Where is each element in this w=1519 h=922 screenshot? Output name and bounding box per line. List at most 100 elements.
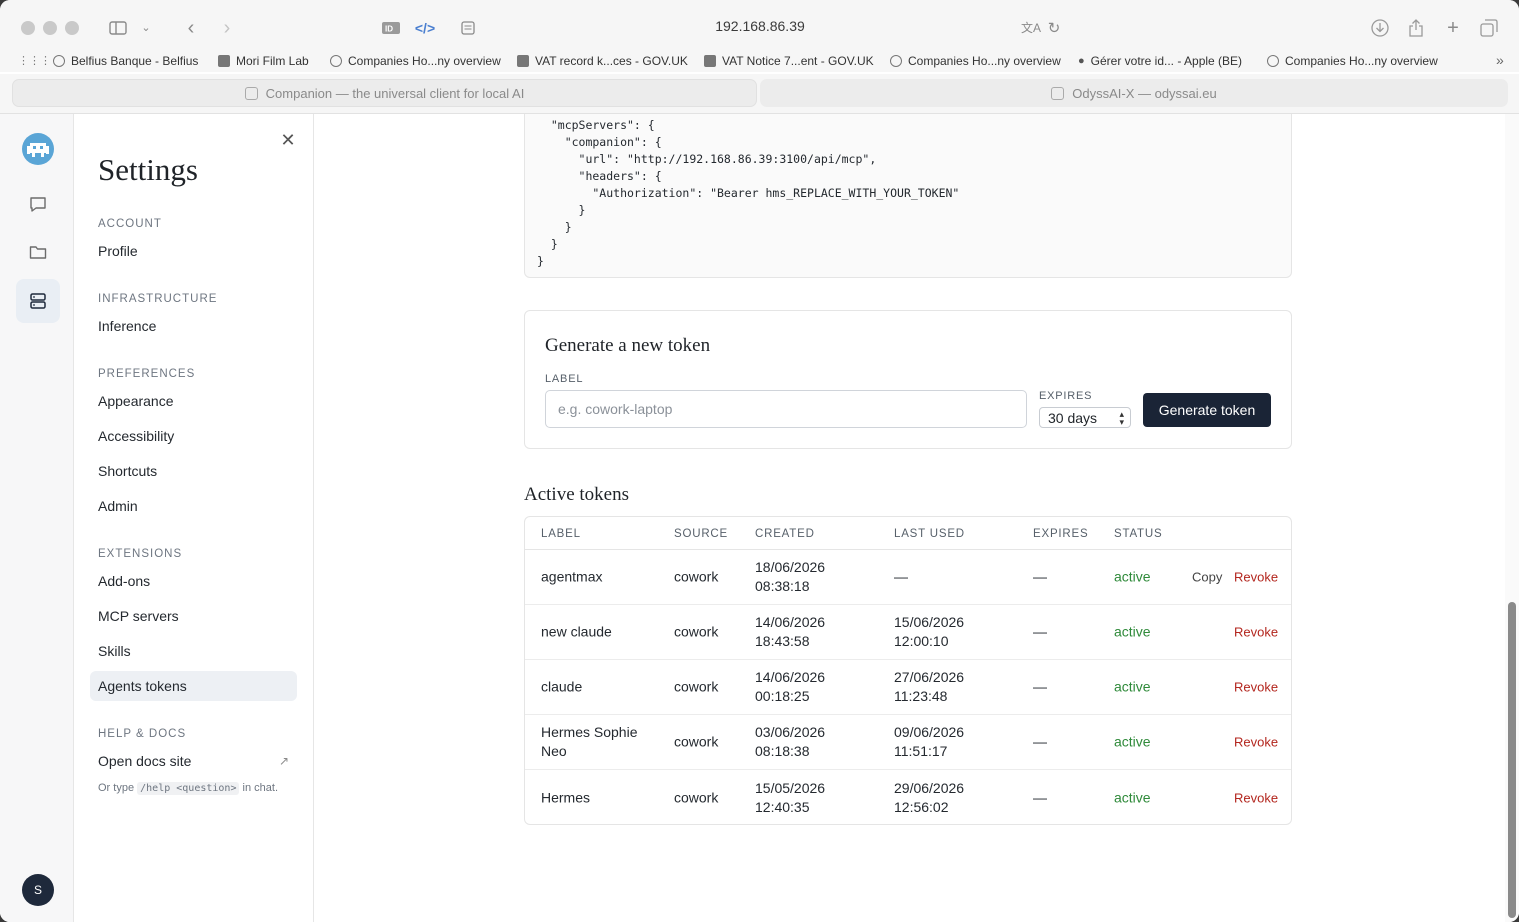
sidebar-item-agents-tokens[interactable]: Agents tokens — [90, 671, 297, 701]
sidebar-item-appearance[interactable]: Appearance — [90, 386, 297, 416]
tab-odyssai[interactable]: OdyssAI-X — odyssai.eu — [760, 79, 1508, 107]
app-logo-icon[interactable] — [22, 133, 54, 165]
revoke-token-button[interactable]: Revoke — [1234, 678, 1278, 697]
table-row: claude cowork 14/06/2026 00:18:25 27/06/2… — [525, 660, 1291, 715]
share-icon[interactable] — [1406, 17, 1426, 39]
downloads-icon[interactable] — [1370, 17, 1390, 39]
external-link-icon: ↗ — [278, 754, 289, 768]
back-icon[interactable]: ‹ — [182, 17, 200, 39]
status-badge: active — [1114, 568, 1151, 585]
scrollbar[interactable] — [1505, 114, 1519, 922]
generate-token-title: Generate a new token — [545, 335, 711, 356]
tab-overview-icon[interactable] — [1479, 17, 1499, 39]
zoom-window-button[interactable] — [65, 21, 79, 35]
token-label-input[interactable] — [545, 390, 1027, 428]
apple-icon: ● — [1078, 55, 1085, 67]
svg-text:ID: ID — [385, 25, 393, 34]
section-label-preferences: PREFERENCES — [98, 368, 196, 380]
status-badge: active — [1114, 623, 1151, 640]
sidebar-item-skills[interactable]: Skills — [90, 636, 297, 666]
generate-token-card: Generate a new token LABEL EXPIRES 30 da… — [524, 310, 1292, 449]
column-header: LABEL — [541, 528, 581, 540]
tab-companion[interactable]: Companion — the universal client for loc… — [12, 79, 757, 107]
sidebar-item-accessibility[interactable]: Accessibility — [90, 421, 297, 451]
status-badge: active — [1114, 733, 1151, 750]
copy-token-button[interactable]: Copy — [1192, 568, 1222, 587]
status-badge: active — [1114, 789, 1151, 805]
folder-icon[interactable] — [16, 230, 60, 274]
table-row: Hermes cowork 15/05/2026 12:40:35 29/06/2… — [541, 779, 1279, 815]
govuk-favicon-icon — [704, 55, 716, 67]
tab-favicon-icon — [244, 86, 258, 100]
forward-icon[interactable]: › — [218, 17, 236, 39]
apps-grid-icon[interactable]: ⋮⋮⋮ — [18, 54, 51, 67]
browser-window: ⌄ ‹ › ID </> 192.168.86.39 文A ↻ + ⋮⋮⋮ Be… — [0, 0, 1519, 922]
column-header: STATUS — [1114, 528, 1163, 540]
bookmark-item[interactable]: ● Gérer votre id... - Apple (BE) — [1078, 54, 1242, 68]
site-favicon-icon — [218, 55, 230, 67]
sidebar-item-admin[interactable]: Admin — [90, 491, 297, 521]
globe-icon — [53, 55, 65, 67]
table-row: new claude cowork 14/06/2026 18:43:58 15/… — [525, 605, 1291, 660]
expires-select[interactable]: 30 days ▴ ▾ — [1039, 407, 1131, 428]
select-arrows-icon: ▴ ▾ — [1119, 408, 1124, 427]
help-hint: Or type /help <question> in chat. — [98, 782, 278, 795]
bookmark-item[interactable]: VAT Notice 7...ent - GOV.UK — [704, 54, 874, 68]
sidebar-item-mcp-servers[interactable]: MCP servers — [90, 601, 297, 631]
more-bookmarks-icon[interactable]: » — [1496, 52, 1504, 68]
column-header: LAST USED — [894, 528, 965, 540]
scroll-thumb[interactable] — [1508, 602, 1516, 918]
config-code-block: "mcpServers": { "companion": { "url": "h… — [524, 114, 1292, 278]
globe-icon — [890, 55, 902, 67]
chat-icon[interactable] — [16, 182, 60, 226]
tokens-table: LABEL SOURCE CREATED LAST USED EXPIRES S… — [524, 516, 1292, 825]
bookmarks-bar: ⋮⋮⋮ Belfius Banque - Belfius Mori Film L… — [0, 52, 1519, 72]
chevron-down-icon[interactable]: ⌄ — [138, 17, 154, 39]
label-field-caption: LABEL — [545, 373, 584, 385]
expires-value: 30 days — [1048, 409, 1098, 426]
column-header: CREATED — [755, 528, 815, 540]
bookmark-item[interactable]: Companies Ho...ny overview — [890, 54, 1061, 68]
close-icon[interactable]: ✕ — [278, 130, 298, 150]
open-docs-label: Open docs site — [98, 753, 192, 769]
main-content: "mcpServers": { "companion": { "url": "h… — [314, 114, 1504, 922]
table-row: agentmax cowork 18/06/2026 08:38:18 — — a… — [525, 550, 1291, 605]
sidebar-item-open-docs[interactable]: Open docs site ↗ — [90, 746, 297, 776]
govuk-favicon-icon — [517, 55, 529, 67]
bookmark-item[interactable]: Belfius Banque - Belfius — [53, 54, 198, 68]
bookmark-item[interactable]: Companies Ho...ny overview — [330, 54, 501, 68]
revoke-token-button[interactable]: Revoke — [1234, 788, 1278, 807]
sidebar-toggle-icon[interactable] — [108, 17, 128, 39]
active-tokens-title: Active tokens — [524, 484, 630, 505]
address-bar[interactable]: 192.168.86.39 — [600, 18, 920, 34]
tab-favicon-icon — [1051, 86, 1065, 100]
revoke-token-button[interactable]: Revoke — [1234, 568, 1278, 587]
table-row: Hermes Sophie Neo cowork 03/06/2026 08:18… — [525, 715, 1291, 770]
revoke-token-button[interactable]: Revoke — [1234, 733, 1278, 752]
status-badge: active — [1114, 678, 1151, 695]
avatar[interactable]: S — [22, 874, 54, 906]
help-command: /help <question> — [137, 782, 240, 795]
sidebar-item-addons[interactable]: Add-ons — [90, 566, 297, 596]
sidebar-item-inference[interactable]: Inference — [90, 311, 297, 341]
minimize-window-button[interactable] — [43, 21, 57, 35]
close-window-button[interactable] — [21, 21, 35, 35]
revoke-token-button[interactable]: Revoke — [1234, 623, 1278, 642]
globe-icon — [330, 55, 342, 67]
section-label-infrastructure: INFRASTRUCTURE — [98, 293, 218, 305]
reload-icon[interactable]: ↻ — [1045, 17, 1063, 39]
bookmark-item[interactable]: VAT record k...ces - GOV.UK — [517, 54, 688, 68]
settings-panel: ✕ Settings ACCOUNT Profile INFRASTRUCTUR… — [74, 114, 314, 922]
sidebar-item-shortcuts[interactable]: Shortcuts — [90, 456, 297, 486]
generate-token-button[interactable]: Generate token — [1143, 393, 1271, 427]
translate-icon[interactable]: 文A — [1021, 17, 1041, 39]
bookmark-item[interactable]: Mori Film Lab — [218, 54, 309, 68]
reader-icon[interactable] — [458, 17, 478, 39]
code-extension-icon[interactable]: </> — [414, 17, 436, 39]
section-label-extensions: EXTENSIONS — [98, 548, 183, 560]
new-tab-icon[interactable]: + — [1443, 17, 1463, 39]
server-icon[interactable] — [16, 279, 60, 323]
id-extension-icon[interactable]: ID — [380, 17, 402, 39]
bookmark-item[interactable]: Companies Ho...ny overview — [1267, 54, 1438, 68]
sidebar-item-profile[interactable]: Profile — [90, 236, 297, 266]
